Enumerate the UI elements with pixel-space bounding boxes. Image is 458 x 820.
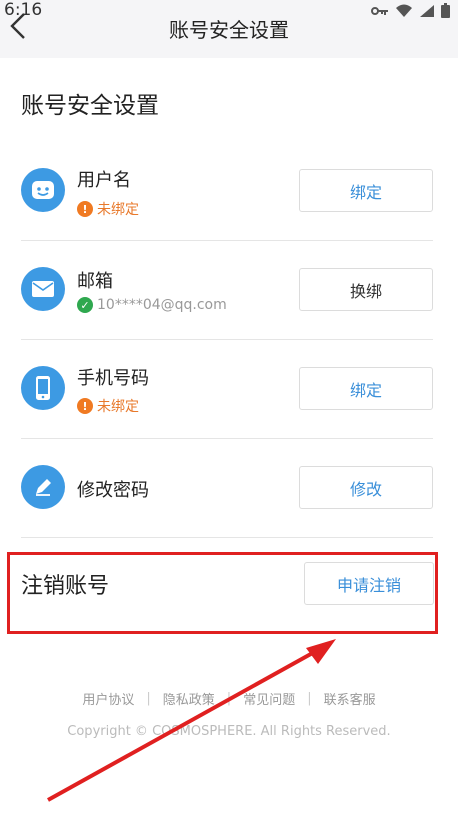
- face-icon: [21, 168, 65, 212]
- mail-icon: [21, 267, 65, 311]
- page-title: 账号安全设置: [169, 18, 289, 42]
- change-password-button[interactable]: 修改: [299, 466, 433, 509]
- status-text: 未绑定: [97, 202, 139, 218]
- user-agreement-link[interactable]: 用户协议: [82, 689, 134, 708]
- row-label: 手机号码: [77, 368, 149, 389]
- row-status: ! 未绑定: [77, 199, 139, 219]
- separator: |: [307, 691, 312, 706]
- cancel-account-title: 注销账号: [21, 574, 110, 599]
- row-password: 修改密码 修改: [21, 439, 433, 538]
- separator: |: [226, 691, 232, 706]
- separator: |: [146, 691, 151, 706]
- footer-links: 用户协议 | 隐私政策 | 常见问题 | 联系客服: [0, 689, 458, 708]
- copyright: Copyright © COSMOSPHERE. All Rights Rese…: [67, 724, 391, 739]
- contact-support-link[interactable]: 联系客服: [324, 689, 376, 708]
- warning-icon: !: [77, 201, 93, 217]
- phone-icon: [21, 366, 65, 410]
- status-text: 未绑定: [97, 399, 139, 415]
- row-phone: 手机号码 ! 未绑定 绑定: [21, 340, 433, 439]
- row-status: ✓ 10****04@qq.com: [77, 297, 227, 313]
- bind-phone-button[interactable]: 绑定: [299, 367, 433, 410]
- check-icon: ✓: [77, 297, 93, 313]
- row-label: 修改密码: [77, 480, 149, 501]
- row-email: 邮箱 ✓ 10****04@qq.com 换绑: [21, 241, 433, 340]
- privacy-policy-link[interactable]: 隐私政策: [163, 689, 215, 708]
- section-title: 账号安全设置: [21, 93, 159, 119]
- bind-username-button[interactable]: 绑定: [299, 169, 433, 212]
- row-username: 用户名 ! 未绑定 绑定: [21, 142, 433, 241]
- row-label: 邮箱: [77, 271, 113, 292]
- rebind-email-button[interactable]: 换绑: [299, 268, 433, 311]
- warning-icon: !: [77, 398, 93, 414]
- row-label: 用户名: [77, 170, 131, 191]
- pencil-icon: [21, 465, 65, 509]
- faq-link[interactable]: 常见问题: [243, 689, 295, 708]
- row-status: ! 未绑定: [77, 396, 139, 416]
- status-text: 10****04@qq.com: [97, 297, 227, 313]
- apply-cancel-button[interactable]: 申请注销: [304, 562, 434, 605]
